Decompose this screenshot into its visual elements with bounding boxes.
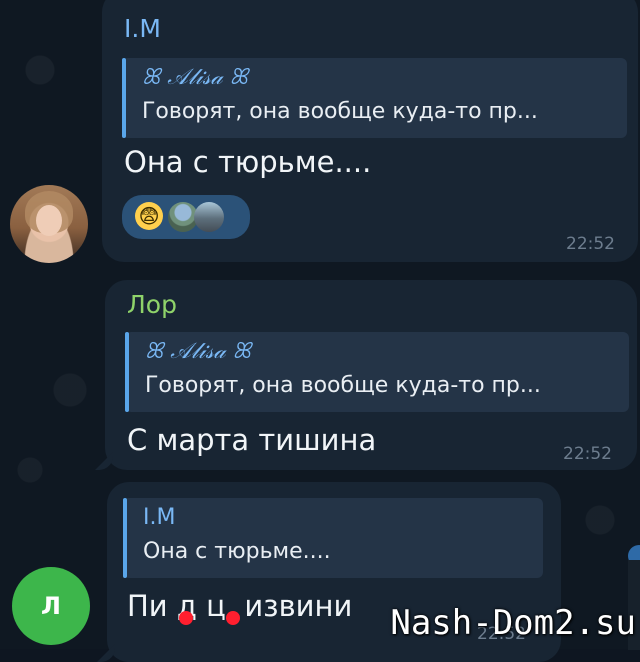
reactor-avatar — [194, 202, 224, 232]
censor-mark — [226, 611, 240, 625]
message-bubble-2[interactable]: Лор ꕤ 𝒜𝓁𝒾𝓈𝒶 ꕤ Говорят, она вообще куда-т… — [105, 280, 637, 470]
reply-quote[interactable]: ꕤ 𝒜𝓁𝒾𝓈𝒶 ꕤ Говорят, она вообще куда-то пр… — [122, 58, 627, 138]
reaction-pill[interactable]: 😨 — [122, 195, 250, 239]
quote-author: I.M — [143, 505, 176, 530]
sender-avatar-letter[interactable]: Л — [12, 567, 90, 645]
reply-quote[interactable]: ꕤ 𝒜𝓁𝒾𝓈𝒶 ꕤ Говорят, она вообще куда-то пр… — [125, 332, 629, 412]
message-text: Она с тюрьме.... — [124, 145, 372, 179]
quote-author: ꕤ 𝒜𝓁𝒾𝓈𝒶 ꕤ — [142, 65, 248, 90]
censor-mark — [179, 611, 193, 625]
message-text: С марта тишина — [127, 423, 377, 457]
fear-emoji-icon: 😨 — [135, 202, 163, 230]
quote-author: ꕤ 𝒜𝓁𝒾𝓈𝒶 ꕤ — [145, 339, 251, 364]
watermark: Nash-Dom2.su — [390, 603, 636, 643]
reply-quote[interactable]: I.M Она с тюрьме.... — [123, 498, 543, 578]
quote-text: Она с тюрьме.... — [143, 539, 331, 564]
message-time: 22:52 — [566, 234, 615, 254]
message-time: 22:52 — [563, 444, 612, 464]
message-bubble-1[interactable]: I.M ꕤ 𝒜𝓁𝒾𝓈𝒶 ꕤ Говорят, она вообще куда-т… — [102, 0, 638, 262]
sender-name[interactable]: I.M — [124, 14, 161, 43]
quote-text: Говорят, она вообще куда-то пр... — [145, 373, 541, 398]
sender-avatar-photo[interactable] — [10, 185, 88, 263]
quote-text: Говорят, она вообще куда-то пр... — [142, 99, 538, 124]
sender-name[interactable]: Лор — [127, 290, 177, 319]
